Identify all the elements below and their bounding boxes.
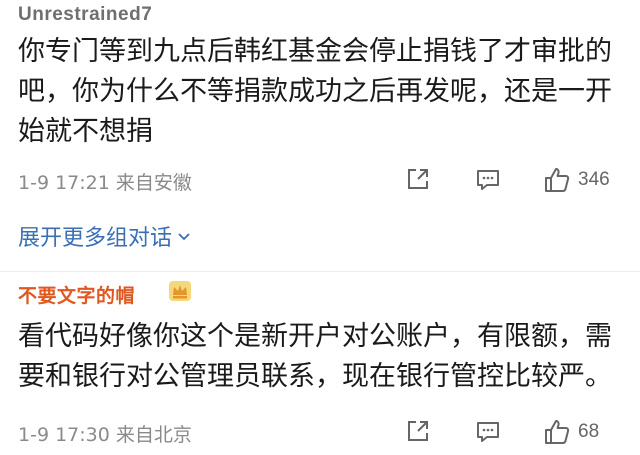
share-button[interactable] [404,165,432,193]
comment-username[interactable]: 不要文字的帽 [18,281,135,308]
comment-item: Unrestrained7 你专门等到九点后韩红基金会停止捐钱了才审批的吧，你为… [0,0,640,272]
like-button[interactable]: 68 [542,417,599,447]
expand-label: 展开更多组对话 [18,226,173,251]
comment-username[interactable]: Unrestrained7 [18,4,152,26]
reply-button[interactable] [474,165,502,193]
comment-timestamp: 1-9 17:21 [18,172,110,194]
thumbs-up-icon [545,168,570,192]
share-icon [408,421,428,441]
reply-button[interactable] [474,417,502,445]
comment-icon [477,422,499,442]
share-button[interactable] [404,417,432,445]
comment-content: 看代码好像你这个是新开户对公账户，有限额，需要和银行对公管理员联系，现在银行管控… [18,321,612,392]
share-icon [408,169,428,189]
like-button[interactable]: 346 [542,165,610,195]
like-count: 68 [578,421,600,442]
comment-location: 来自安徽 [115,172,192,194]
comment-timestamp: 1-9 17:30 [18,424,110,446]
thumbs-up-icon [545,420,570,444]
comment-content: 你专门等到九点后韩红基金会停止捐钱了才审批的吧，你为什么不等捐款成功之后再发呢，… [18,36,612,147]
chevron-down-icon [178,233,190,241]
comment-icon [477,170,499,190]
comment-item: 不要文字的帽 看代码好像你这个是新开户对公账户，有限额，需要和银行对公管理员联系… [0,272,640,455]
comment-location: 来自北京 [115,424,192,446]
expand-conversation-link[interactable]: 展开更多组对话 [18,220,192,252]
comment-meta: 1-9 17:21 来自安徽 [18,168,192,195]
comment-meta: 1-9 17:30 来自北京 [18,420,192,447]
crown-icon [169,281,191,301]
like-count: 346 [578,169,610,190]
